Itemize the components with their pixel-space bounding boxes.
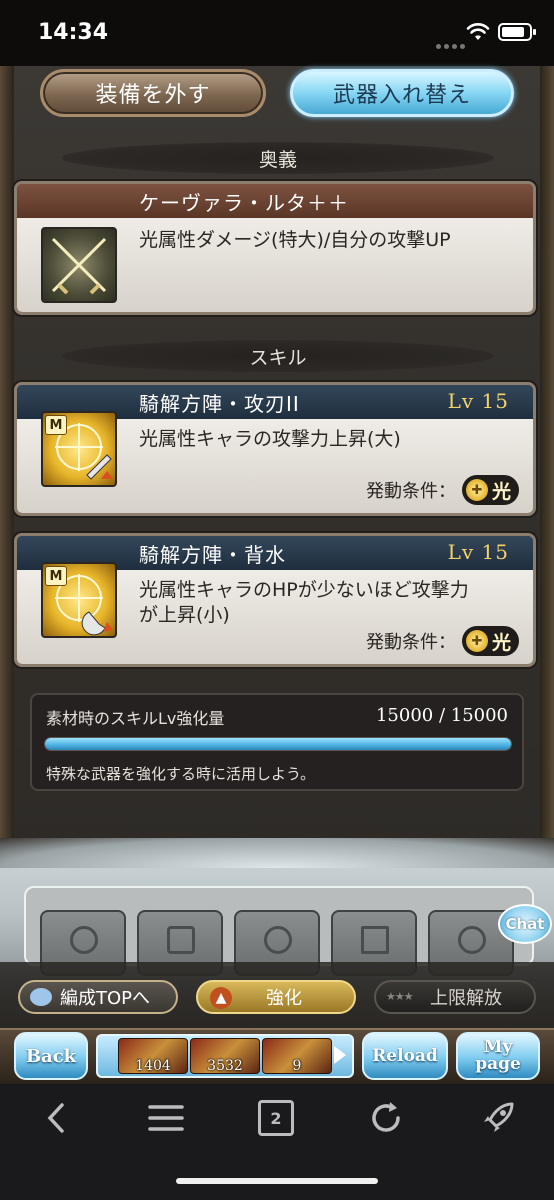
chat-button[interactable]: Chat <box>498 904 552 944</box>
mypage-button[interactable]: My page <box>456 1032 540 1080</box>
skill-card: 騎解方陣・攻刃II Lv 15 M 光属性キャラの攻撃力上昇(大) 発動条件： … <box>14 382 536 516</box>
uncap-button[interactable]: ★★★ 上限解放 <box>374 980 536 1014</box>
skill-name: 騎解方陣・攻刃II <box>139 391 300 416</box>
arrow-down-icon <box>70 926 98 954</box>
back-button[interactable]: Back <box>14 1032 88 1080</box>
reload-label: Reload <box>372 1046 438 1066</box>
formation-top-button[interactable]: 編成TOPへ <box>18 980 178 1014</box>
formation-label: 編成TOPへ <box>60 988 151 1009</box>
item-count: 1404 <box>135 1058 171 1074</box>
skill-name: 騎解方陣・背水 <box>139 542 286 567</box>
plus-one-icon <box>458 926 486 954</box>
signal-dots-icon <box>436 34 468 53</box>
skill-enmity-icon: M <box>41 562 117 638</box>
material-progress-bar <box>44 737 512 751</box>
light-element-icon: ✚ <box>465 630 488 652</box>
item-count: 9 <box>292 1058 302 1074</box>
party-icon <box>30 988 52 1006</box>
recycle-icon <box>264 926 292 954</box>
mypage-label-2: page <box>475 1054 521 1074</box>
skill-description: 光属性キャラのHPが少ないほど攻撃力 <box>139 579 469 601</box>
skill-description-cont: が上昇(小) <box>139 604 230 626</box>
material-label: 素材時のスキルLv強化量 <box>46 709 225 728</box>
item-count: 3532 <box>207 1058 243 1074</box>
element-label: 光 <box>491 631 511 654</box>
material-note: 特殊な武器を強化する時に活用しよう。 <box>46 765 316 783</box>
skill-card: 騎解方陣・背水 Lv 15 M 光属性キャラのHPが少ないほど攻撃力 が上昇(小… <box>14 533 536 667</box>
status-time: 14:34 <box>38 20 109 45</box>
upgrade-label: 強化 <box>266 988 302 1009</box>
status-bar: 14:34 <box>0 0 554 66</box>
item-slot[interactable]: 1404 <box>118 1038 188 1074</box>
ougi-section-title: 奥義 <box>62 142 494 174</box>
crystal-icon <box>167 926 195 954</box>
element-light-badge: ✚ 光 <box>461 475 519 505</box>
home-indicator <box>176 1178 378 1184</box>
activation-condition: 発動条件： ✚ 光 <box>366 626 519 656</box>
material-skill-panel: 素材時のスキルLv強化量 15000 / 15000 特殊な武器を強化する時に活… <box>30 693 524 791</box>
frame-pillar-right <box>540 66 554 856</box>
next-arrow-icon[interactable] <box>334 1046 346 1064</box>
skill-section-title: スキル <box>62 340 494 372</box>
material-value: 15000 / 15000 <box>375 705 508 726</box>
upgrade-button[interactable]: ▲ 強化 <box>196 980 356 1014</box>
up-arrow-icon: ▲ <box>210 987 232 1009</box>
uncap-label: 上限解放 <box>430 988 502 1009</box>
reload-button[interactable]: Reload <box>362 1032 448 1080</box>
swap-weapon-button[interactable]: 武器入れ替え <box>290 69 514 117</box>
back-label: Back <box>25 1045 77 1067</box>
stars-icon: ★★★ <box>386 990 414 1003</box>
crossed-swords-icon <box>41 227 117 303</box>
item-slot[interactable]: 3532 <box>190 1038 260 1074</box>
condition-label: 発動条件： <box>365 632 456 653</box>
refresh-icon[interactable] <box>366 1100 406 1136</box>
tabs-button[interactable]: 2 <box>258 1100 294 1136</box>
back-chevron-icon[interactable] <box>36 1100 76 1136</box>
skill-level: Lv 15 <box>447 540 509 564</box>
storage-icon <box>361 926 389 954</box>
item-slot[interactable]: 9 <box>262 1038 332 1074</box>
skill-badge: M <box>45 415 67 435</box>
battery-icon <box>498 23 536 41</box>
ougi-card: ケーヴァラ・ルタ＋＋ 光属性ダメージ(特大)/自分の攻撃UP <box>14 181 536 315</box>
ougi-description: 光属性ダメージ(特大)/自分の攻撃UP <box>139 229 451 251</box>
skill-attack-icon: M <box>41 411 117 487</box>
wifi-icon <box>466 23 490 40</box>
skill-level: Lv 15 <box>447 389 509 413</box>
skill-description: 光属性キャラの攻撃力上昇(大) <box>139 428 401 450</box>
light-element-icon: ✚ <box>465 479 488 501</box>
condition-label: 発動条件： <box>365 481 456 502</box>
frame-pillar-left <box>0 66 14 856</box>
ougi-name: ケーヴァラ・ルタ＋＋ <box>17 184 533 218</box>
unequip-button[interactable]: 装備を外す <box>40 69 266 117</box>
element-light-badge: ✚ 光 <box>461 626 519 656</box>
element-label: 光 <box>491 480 511 503</box>
rocket-icon[interactable] <box>478 1100 518 1136</box>
activation-condition: 発動条件： ✚ 光 <box>366 475 519 505</box>
menu-icon[interactable] <box>146 1100 186 1136</box>
skill-badge: M <box>45 566 67 586</box>
